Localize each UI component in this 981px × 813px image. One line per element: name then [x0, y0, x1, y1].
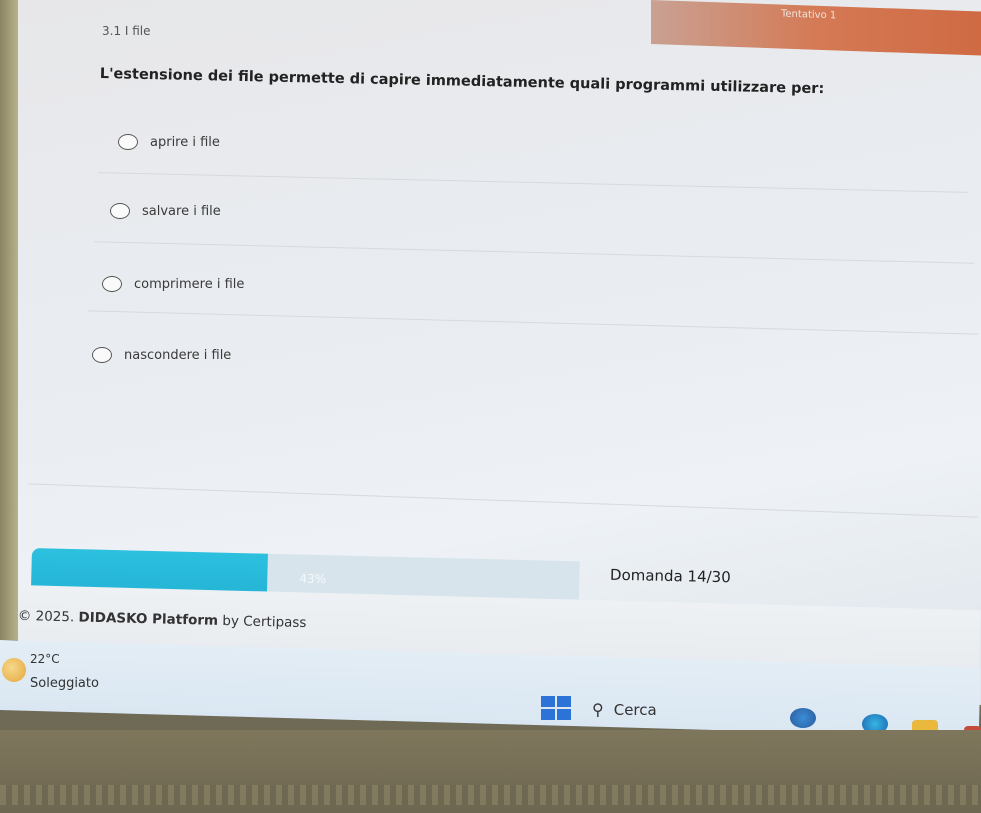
- radio-button[interactable]: [102, 276, 122, 292]
- header-strip: Tentativo 1: [651, 0, 981, 56]
- taskbar-search[interactable]: ⚲ Cerca: [592, 700, 657, 719]
- question-text: L'estensione dei file permette di capire…: [99, 66, 825, 98]
- answer-option-2[interactable]: salvare i file: [110, 203, 221, 219]
- answer-option-label: salvare i file: [142, 203, 221, 219]
- weather-temperature[interactable]: 22°C: [30, 652, 60, 666]
- quiz-screen: Tentativo 1 3.1 I file L'estensione dei …: [18, 0, 981, 705]
- radio-button[interactable]: [92, 347, 112, 363]
- copyright-prefix: © 2025.: [18, 608, 79, 626]
- answer-option-label: nascondere i file: [124, 347, 232, 363]
- radio-button[interactable]: [118, 134, 138, 150]
- content-divider: [28, 483, 978, 518]
- app-icon[interactable]: [790, 708, 816, 728]
- answer-option-4[interactable]: nascondere i file: [92, 347, 231, 363]
- answer-option-label: comprimere i file: [134, 276, 245, 292]
- option-divider: [88, 310, 978, 335]
- progress-percent: 43%: [299, 571, 327, 587]
- weather-condition[interactable]: Soleggiato: [30, 676, 99, 691]
- weather-sun-icon[interactable]: [2, 658, 26, 682]
- answer-option-3[interactable]: comprimere i file: [102, 276, 244, 292]
- answer-option-label: aprire i file: [150, 134, 220, 150]
- platform-name[interactable]: DIDASKO Platform: [78, 609, 218, 628]
- question-counter: Domanda 14/30: [609, 565, 731, 587]
- breadcrumb: 3.1 I file: [102, 24, 151, 38]
- option-divider: [94, 241, 974, 264]
- search-label: Cerca: [613, 700, 657, 719]
- answer-option-1[interactable]: aprire i file: [118, 134, 220, 150]
- option-divider: [98, 172, 968, 193]
- start-icon[interactable]: [541, 696, 571, 720]
- radio-button[interactable]: [110, 203, 130, 219]
- attempt-label: Tentativo 1: [781, 8, 837, 22]
- keyboard-edge: [0, 785, 981, 805]
- copyright-suffix: by Certipass: [217, 612, 307, 632]
- search-icon: ⚲: [592, 700, 604, 719]
